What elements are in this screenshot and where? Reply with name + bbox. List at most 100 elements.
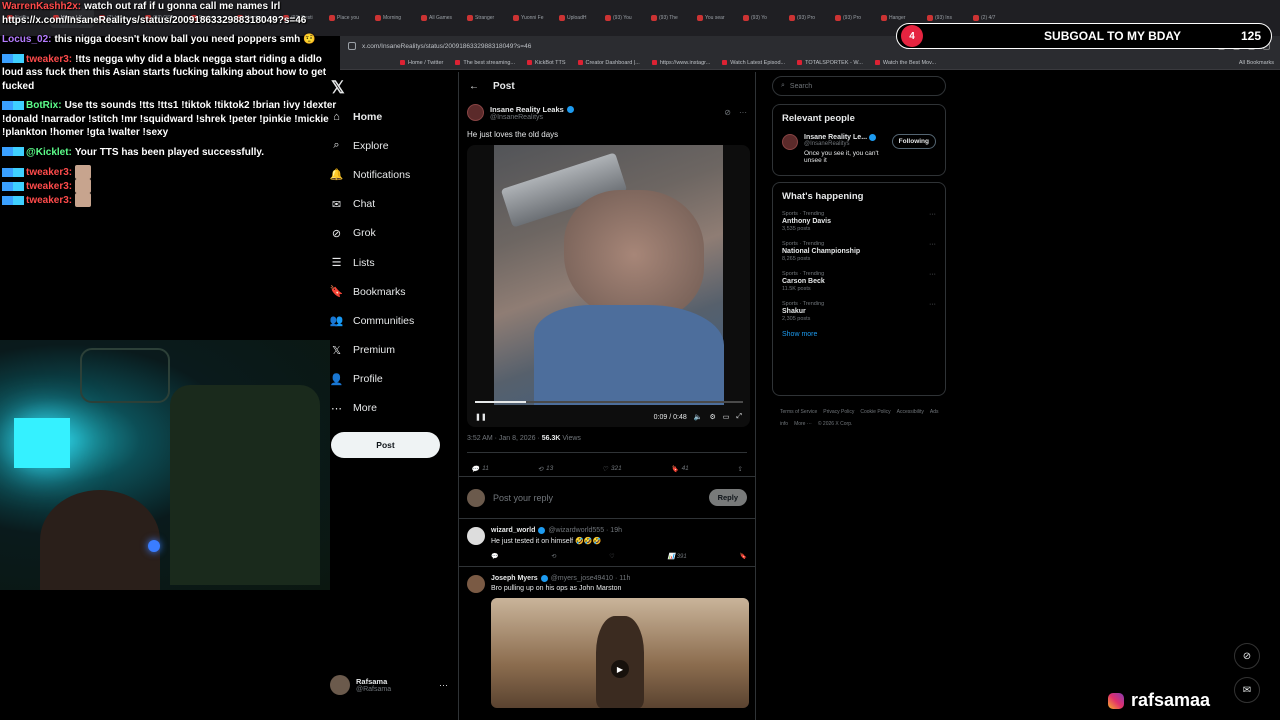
footer-link[interactable]: Terms of Service [780, 409, 817, 415]
reply-author-name[interactable]: Joseph Myers [491, 575, 538, 582]
bookmark-item[interactable]: The best streaming... [455, 60, 515, 66]
pause-icon[interactable]: ❚❚ [475, 413, 487, 421]
bookmark-item[interactable]: TOTALSPORTEK - W... [797, 60, 863, 66]
reply-input[interactable]: Post your reply [493, 493, 553, 503]
browser-tab[interactable]: All Games [418, 8, 462, 28]
nav-item-lists[interactable]: ☰ Lists [330, 248, 450, 277]
more-dots-icon[interactable]: ··· [929, 271, 936, 278]
nav-item-home[interactable]: ⌂ Home [330, 102, 450, 131]
browser-tab[interactable]: (93) Yo [740, 8, 784, 28]
verified-badge-icon [540, 575, 548, 582]
nav-item-notifications[interactable]: 🔔 Notifications [330, 160, 450, 189]
post-button[interactable]: Post [331, 432, 440, 458]
share-icon[interactable]: ⇪ [738, 461, 743, 476]
reply-item[interactable]: wizard_world @wizardworld555 · 19h He jus… [459, 518, 755, 566]
video-frame[interactable] [494, 145, 724, 405]
video-progress-bar[interactable] [475, 401, 743, 403]
more-dots-icon[interactable]: ··· [739, 108, 747, 117]
bookmark-item[interactable]: KickBot TTS [527, 60, 566, 66]
repost-action[interactable]: ⟲ 13 [538, 461, 554, 476]
footer-link[interactable]: More ··· [794, 421, 812, 427]
search-input[interactable]: ⌕ Search [772, 76, 946, 96]
video-player[interactable]: ❚❚ 0:09 / 0:48 🔈 ⚙ ▭ ⤢ [467, 145, 750, 427]
all-bookmarks-button[interactable]: All Bookmarks [1239, 60, 1274, 66]
browser-tab[interactable]: (93) The [648, 8, 692, 28]
reply-author-handle[interactable]: @myers_jose49410 · 11h [551, 575, 631, 582]
bookmark-icon[interactable]: 🔖 [740, 553, 747, 560]
nav-item-grok[interactable]: ⊘ Grok [330, 219, 450, 248]
show-more-link[interactable]: Show more [782, 331, 936, 338]
avatar[interactable] [467, 575, 485, 593]
volume-icon[interactable]: 🔈 [694, 413, 703, 421]
heart-icon[interactable]: ♡ [609, 553, 614, 560]
browser-tab[interactable]: UploadH [556, 8, 600, 28]
reply-button[interactable]: Reply [708, 489, 747, 506]
back-arrow-icon[interactable]: ← [469, 81, 479, 92]
play-icon[interactable]: ▶ [611, 660, 629, 678]
avatar[interactable] [467, 527, 485, 545]
url-text[interactable]: x.com/InsaneRealitys/status/200918633298… [362, 43, 531, 50]
grok-icon[interactable]: ⊘ [1234, 643, 1260, 669]
site-info-icon[interactable] [348, 42, 356, 50]
author-name[interactable]: Insane Reality Leaks [490, 105, 574, 114]
bookmark-count: 41 [681, 465, 689, 472]
tab-label: UploadH [567, 15, 587, 21]
browser-tab[interactable]: (93) You [602, 8, 646, 28]
bookmark-action[interactable]: 🔖 41 [670, 461, 688, 476]
repost-icon[interactable]: ⟲ [551, 553, 556, 560]
account-switcher[interactable]: Rafsama @Rafsama ··· [330, 675, 448, 695]
nav-item-more[interactable]: ⋯ More [330, 394, 450, 423]
trend-item[interactable]: Sports · Trending Anthony Davis 3,535 post… [782, 211, 936, 232]
fullscreen-icon[interactable]: ⤢ [736, 413, 742, 421]
avatar[interactable] [782, 134, 798, 150]
rp-name[interactable]: Insane Reality Le... [804, 134, 886, 141]
nav-label: Explore [353, 139, 389, 152]
nav-item-bookmarks[interactable]: 🔖 Bookmarks [330, 277, 450, 306]
footer-link[interactable]: © 2026 X Corp. [818, 421, 853, 427]
more-dots-icon[interactable]: ··· [439, 680, 448, 690]
grok-icon[interactable]: ⊘ [724, 108, 731, 117]
bookmark-item[interactable]: Watch the Best Mov... [874, 60, 936, 66]
browser-tab[interactable]: (93) Pro [832, 8, 876, 28]
reply-author-handle[interactable]: @wizardworld555 · 19h [548, 527, 622, 534]
bookmark-item[interactable]: https://www.instagr... [651, 60, 710, 66]
reply-video-thumbnail[interactable]: ▶ [491, 598, 749, 708]
avatar[interactable] [467, 104, 484, 121]
messages-icon[interactable]: ✉ [1234, 677, 1260, 703]
browser-tab[interactable]: Yuonni Fe [510, 8, 554, 28]
nav-item-chat[interactable]: ✉ Chat [330, 190, 450, 219]
nav-item-profile[interactable]: 👤 Profile [330, 365, 450, 394]
bookmark-item[interactable]: Creator Dashboard |... [577, 60, 640, 66]
trend-item[interactable]: Sports · Trending Shakur 2,305 posts ··· [782, 301, 936, 322]
views-action[interactable]: 📊 391 [667, 553, 686, 560]
footer-link[interactable]: Accessibility [897, 409, 924, 415]
pip-icon[interactable]: ▭ [723, 413, 730, 421]
footer-link[interactable]: Privacy Policy [823, 409, 854, 415]
settings-gear-icon[interactable]: ⚙ [709, 413, 715, 421]
more-dots-icon[interactable]: ··· [929, 301, 936, 308]
bookmark-item[interactable]: Home / Twitter [400, 60, 443, 66]
tab-favicon-icon [789, 15, 795, 21]
nav-item-communities[interactable]: 👥 Communities [330, 306, 450, 335]
reply-item[interactable]: Joseph Myers @myers_jose49410 · 11h Bro p… [459, 566, 755, 714]
reply-author-name[interactable]: wizard_world [491, 527, 535, 534]
trend-item[interactable]: Sports · Trending National Championship 8,… [782, 241, 936, 262]
browser-tab[interactable]: (93) Pro [786, 8, 830, 28]
following-button[interactable]: Following [891, 134, 936, 149]
browser-tab[interactable]: Stranger [464, 8, 508, 28]
post-timestamp[interactable]: 3:52 AM · Jan 8, 2026 · [467, 435, 540, 442]
footer-link[interactable]: Cookie Policy [860, 409, 890, 415]
like-action[interactable]: ♡ 321 [602, 461, 622, 476]
reply-action[interactable]: 💬 11 [471, 461, 489, 476]
more-dots-icon[interactable]: ··· [929, 241, 936, 248]
browser-tab[interactable]: You sear [694, 8, 738, 28]
nav-item-premium[interactable]: 𝕏 Premium [330, 336, 450, 365]
nav-item-explore[interactable]: ⌕ Explore [330, 131, 450, 160]
bookmark-item[interactable]: Watch Latest Episod... [722, 60, 785, 66]
more-dots-icon[interactable]: ··· [929, 211, 936, 218]
browser-tab[interactable]: Morning [372, 8, 416, 28]
trend-item[interactable]: Sports · Trending Carson Beck 11.5K posts ·… [782, 271, 936, 292]
relevant-person[interactable]: Insane Reality Le... @InsaneRealitys Onc… [782, 134, 936, 164]
author-handle[interactable]: @InsaneRealitys [490, 114, 574, 121]
reply-icon[interactable]: 💬 [491, 553, 498, 560]
